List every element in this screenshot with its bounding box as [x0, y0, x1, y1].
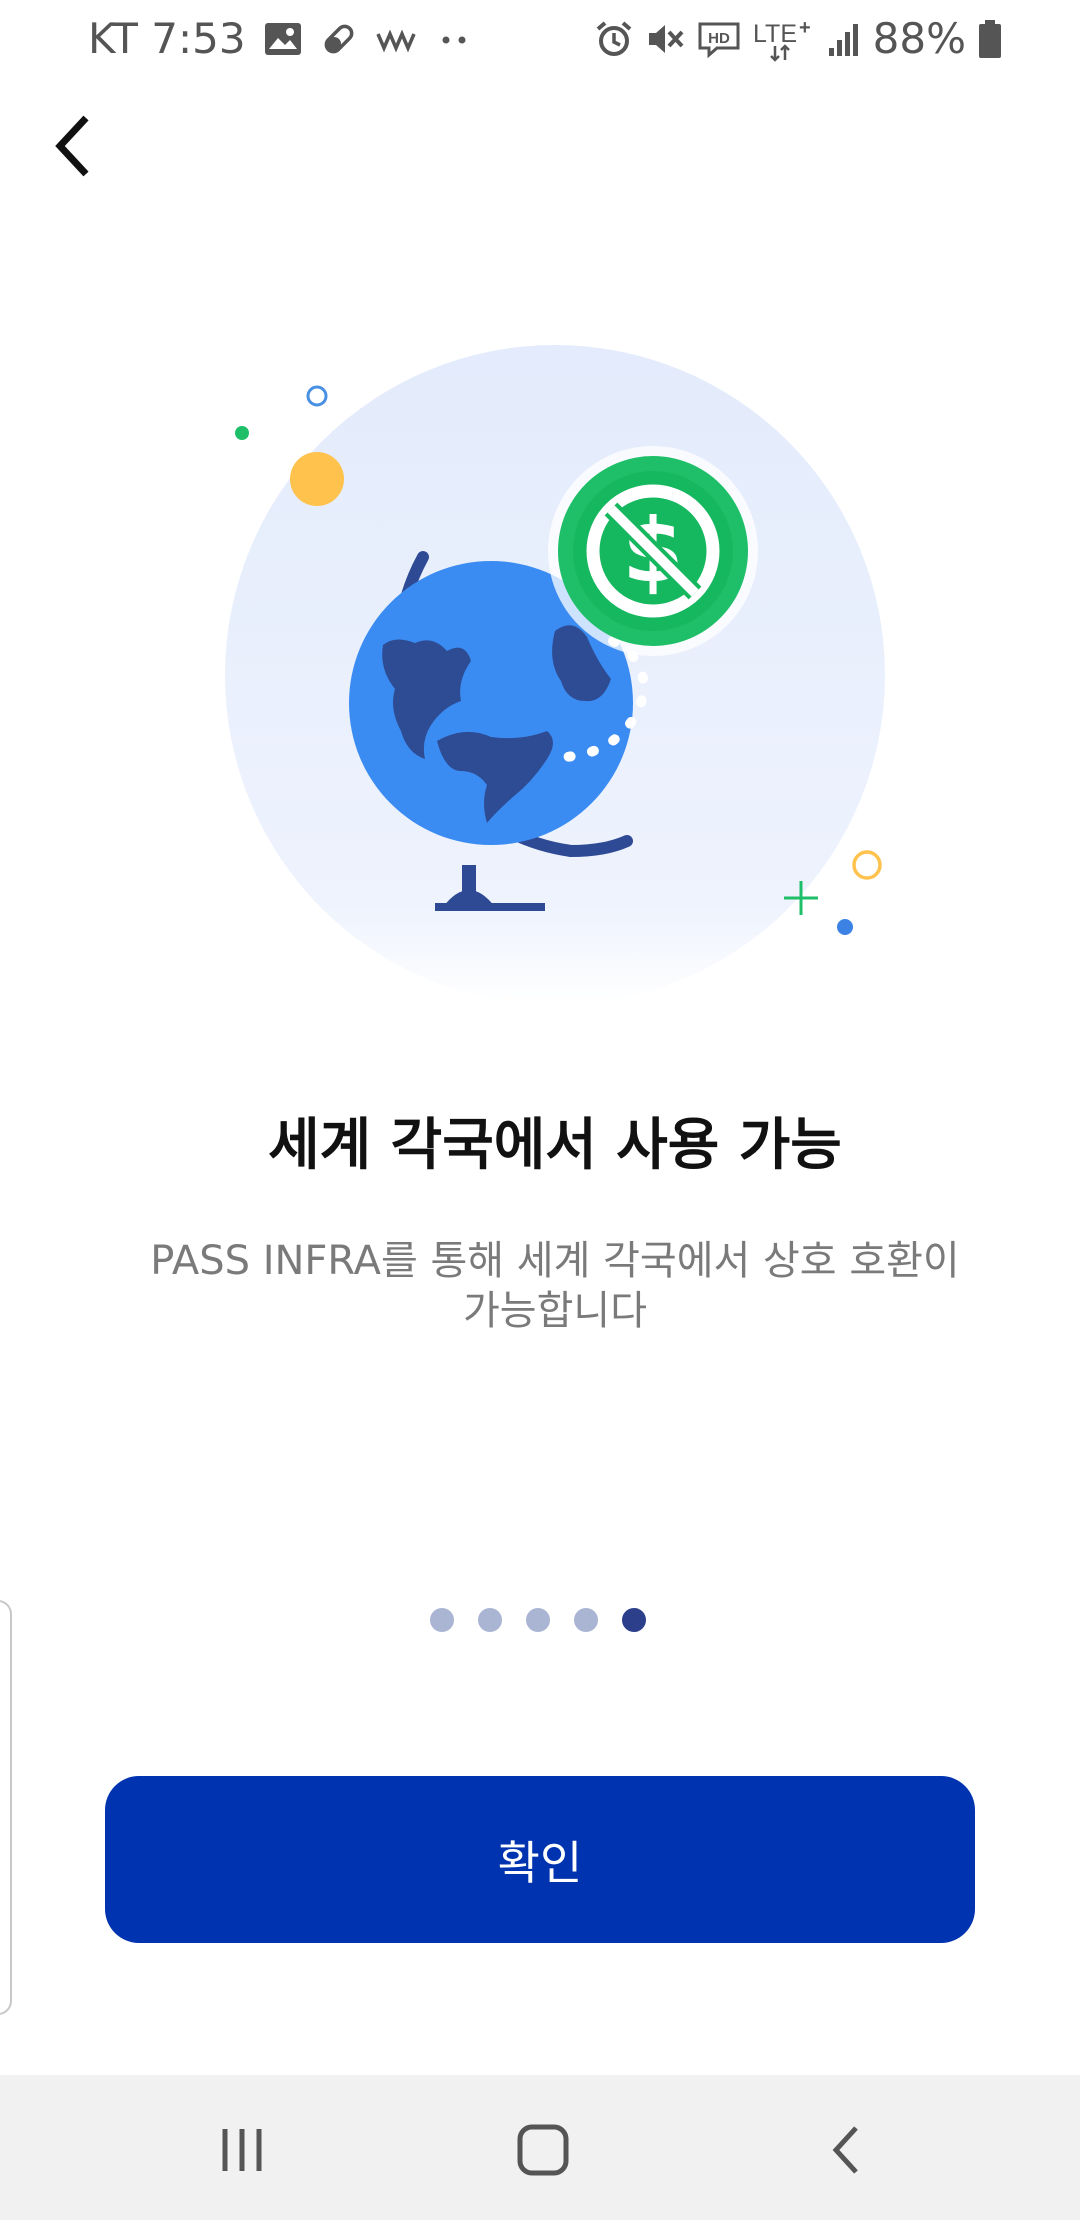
page-dot-2[interactable]	[478, 1608, 502, 1632]
back-button[interactable]	[44, 108, 104, 184]
yellow-ring-decoration	[852, 850, 882, 880]
hd-icon: HD	[697, 20, 741, 58]
battery-icon	[978, 19, 1002, 59]
home-button[interactable]	[508, 2115, 578, 2185]
carrier-time: KT 7:53	[88, 14, 246, 63]
page-dot-3[interactable]	[526, 1608, 550, 1632]
globe-no-dollar-illustration: $	[225, 345, 885, 1005]
signal-brand-icon	[376, 24, 416, 54]
yellow-dot-decoration	[290, 452, 344, 506]
page-indicator	[430, 1608, 646, 1632]
pill-icon	[320, 20, 358, 58]
page-dot-1[interactable]	[430, 1608, 454, 1632]
blue-ring-decoration	[306, 385, 328, 407]
mute-icon	[645, 20, 685, 58]
confirm-button[interactable]: 확인	[105, 1776, 975, 1943]
svg-text:+: +	[799, 17, 811, 39]
status-right: HD LTE + 88%	[595, 14, 1002, 63]
green-dot-decoration	[235, 426, 249, 440]
chevron-left-icon	[55, 115, 89, 177]
page-dot-4[interactable]	[574, 1608, 598, 1632]
edge-panel-handle[interactable]	[0, 1600, 12, 2015]
lte-label: LTE	[753, 20, 797, 48]
signal-icon	[827, 20, 861, 58]
more-dots-icon	[434, 24, 474, 54]
status-bar: KT 7:53 HD LTE + 88%	[0, 0, 1080, 72]
home-icon	[517, 2124, 569, 2176]
recent-apps-button[interactable]	[207, 2115, 277, 2185]
headline: 세계 각국에서 사용 가능	[268, 1113, 842, 1178]
navigation-bar	[0, 2075, 1080, 2220]
recent-apps-icon	[222, 2129, 262, 2171]
description: PASS INFRA를 통해 세계 각국에서 상호 호환이 가능합니다	[150, 1238, 960, 1334]
back-icon	[832, 2126, 858, 2174]
lte-icon: LTE +	[753, 16, 815, 62]
svg-text:HD: HD	[708, 30, 730, 47]
system-back-button[interactable]	[812, 2115, 882, 2185]
alarm-icon	[595, 20, 633, 58]
image-icon	[264, 22, 302, 56]
battery-percent: 88%	[872, 14, 966, 63]
page-dot-5-active[interactable]	[622, 1608, 646, 1632]
status-left: KT 7:53	[88, 14, 474, 63]
screen: KT 7:53 HD LTE + 88% 세계 각국에서 사용 가능 PASS …	[0, 0, 1080, 2220]
blue-dot-decoration	[837, 919, 853, 935]
